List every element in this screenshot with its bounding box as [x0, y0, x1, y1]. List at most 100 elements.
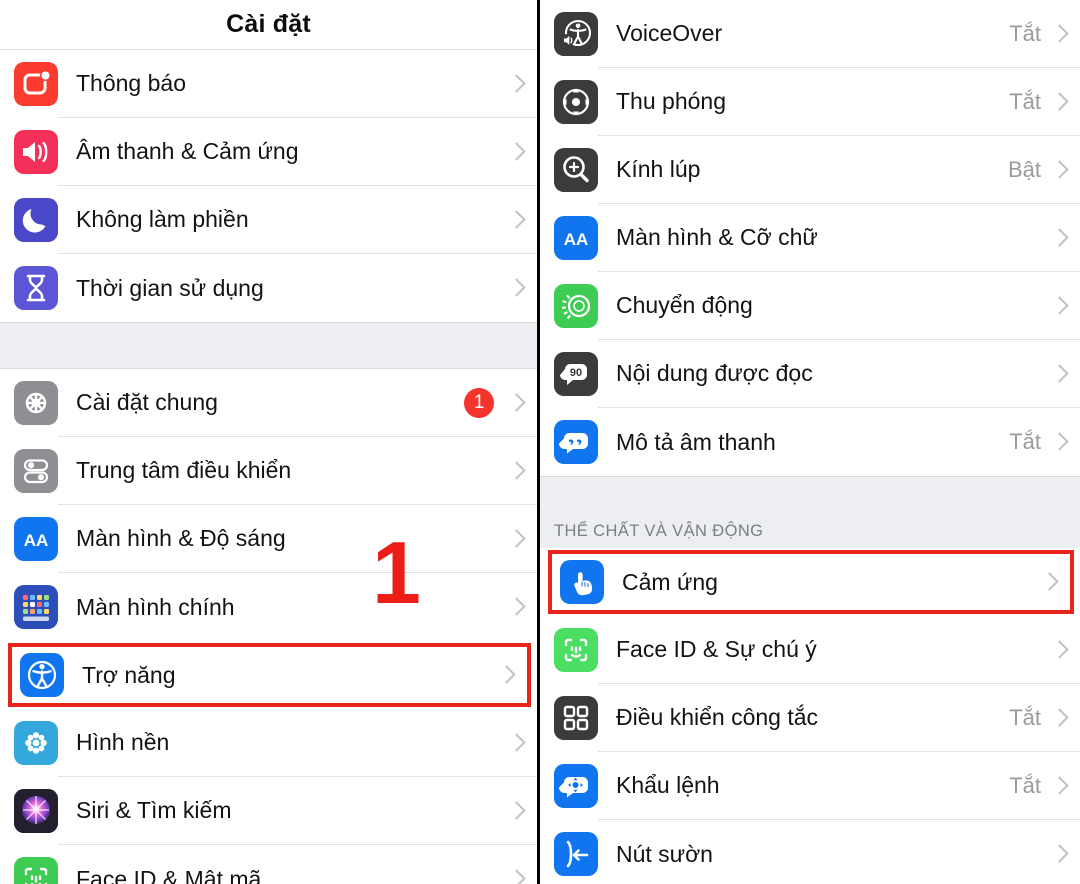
chevron-right-icon	[510, 528, 523, 550]
settings-group-1: Thông báo Âm thanh & Cảm ứng Không làm p…	[0, 50, 537, 322]
chevron-right-icon	[1053, 159, 1066, 181]
section-header-physical-motor: THỂ CHẤT VÀ VẬN ĐỘNG 2	[540, 476, 1080, 548]
list-item[interactable]: Siri & Tìm kiếm	[0, 777, 537, 845]
chevron-right-icon	[510, 141, 523, 163]
list-item-label: Nút sườn	[616, 840, 713, 867]
list-item-label: Hình nền	[76, 729, 170, 755]
chevron-right-icon	[510, 596, 523, 618]
list-item-accessibility[interactable]: Trợ năng	[0, 641, 537, 709]
section-header-label: THỂ CHẤT VÀ VẬN ĐỘNG	[554, 522, 764, 540]
face-id-icon	[554, 628, 598, 672]
list-item[interactable]: AA Màn hình & Cỡ chữ	[540, 204, 1080, 272]
voiceover-icon	[554, 12, 598, 56]
chevron-right-icon	[1053, 843, 1066, 865]
list-item[interactable]: Chuyển động	[540, 272, 1080, 340]
magnifier-icon	[554, 148, 598, 192]
home-screen-icon	[14, 585, 58, 629]
list-item[interactable]: Cài đặt chung 1	[0, 369, 537, 437]
chevron-right-icon	[510, 73, 523, 95]
chevron-right-icon	[500, 664, 513, 686]
list-item-label: Điều khiển công tắc	[616, 704, 819, 730]
spoken-content-icon: 90	[554, 352, 598, 396]
list-item-label: Chuyển động	[616, 292, 753, 318]
accessibility-physical-motor-group: Cảm ứng Face ID & Sự chú ý Điều khiển cô…	[540, 548, 1080, 884]
accessibility-vision-group: VoiceOver Tắt Thu phóng Tắt Kính lúp Bật…	[540, 0, 1080, 476]
list-item-label: Màn hình chính	[76, 593, 235, 620]
list-item[interactable]: Khẩu lệnh Tắt	[540, 752, 1080, 820]
list-item[interactable]: Mô tả âm thanh Tắt	[540, 408, 1080, 476]
list-item-value: Tắt	[1009, 772, 1041, 798]
list-item-value: Tắt	[1009, 20, 1041, 46]
notifications-icon	[14, 62, 58, 106]
chevron-right-icon	[1053, 295, 1066, 317]
chevron-right-icon	[1053, 707, 1066, 729]
list-item-label: Thu phóng	[616, 88, 726, 114]
list-item-value: Tắt	[1009, 704, 1041, 730]
control-center-icon	[14, 449, 58, 493]
accessibility-icon	[20, 653, 64, 697]
list-item[interactable]: Thời gian sử dụng	[0, 254, 537, 322]
general-gear-icon	[14, 381, 58, 425]
list-item-label: Thông báo	[76, 70, 186, 96]
touch-icon	[560, 560, 604, 604]
screenshot-root: Cài đặt Thông báo Âm thanh & Cảm ứng Khô…	[0, 0, 1080, 884]
chevron-right-icon	[510, 460, 523, 482]
list-item-label: Màn hình & Cỡ chữ	[616, 224, 818, 250]
list-item[interactable]: Face ID & Sự chú ý	[540, 616, 1080, 684]
chevron-right-icon	[510, 732, 523, 754]
list-item[interactable]: VoiceOver Tắt	[540, 0, 1080, 68]
chevron-right-icon	[1053, 775, 1066, 797]
list-item-label: Mô tả âm thanh	[616, 428, 776, 455]
page-title: Cài đặt	[226, 10, 311, 38]
chevron-right-icon	[1043, 571, 1056, 593]
chevron-right-icon	[1053, 227, 1066, 249]
list-item-label: Màn hình & Độ sáng	[76, 525, 286, 551]
list-item[interactable]: Thông báo	[0, 50, 537, 118]
svg-text:AA: AA	[564, 230, 589, 249]
list-item[interactable]: Điều khiển công tắc Tắt	[540, 684, 1080, 752]
list-item-label: Cảm ứng	[622, 568, 718, 595]
list-item-value: Bật	[1007, 156, 1041, 182]
svg-text:90: 90	[570, 367, 582, 379]
list-item-label: Âm thanh & Cảm ứng	[76, 138, 299, 164]
side-button-icon	[554, 832, 598, 876]
list-item[interactable]: Trung tâm điều khiển	[0, 437, 537, 505]
chevron-right-icon	[510, 277, 523, 299]
list-item[interactable]: Nút sườn	[540, 820, 1080, 884]
screen-time-icon	[14, 266, 58, 310]
motion-icon	[554, 284, 598, 328]
face-id-icon	[14, 857, 58, 884]
list-item[interactable]: Màn hình chính	[0, 573, 537, 641]
list-item-label: VoiceOver	[616, 20, 723, 46]
zoom-icon	[554, 80, 598, 124]
list-item-value: Tắt	[1009, 429, 1041, 454]
list-item-label: Khẩu lệnh	[616, 772, 720, 798]
display-text-size-icon: AA	[554, 216, 598, 260]
chevron-right-icon	[1053, 431, 1066, 453]
list-item-label: Cài đặt chung	[76, 389, 218, 415]
list-item[interactable]: Âm thanh & Cảm ứng	[0, 118, 537, 186]
right-phone-panel: VoiceOver Tắt Thu phóng Tắt Kính lúp Bật…	[540, 0, 1080, 884]
chevron-right-icon	[1053, 91, 1066, 113]
list-item[interactable]: Kính lúp Bật	[540, 136, 1080, 204]
chevron-right-icon	[510, 209, 523, 231]
list-item-label: Thời gian sử dụng	[76, 274, 264, 301]
list-item[interactable]: 90 Nội dung được đọc	[540, 340, 1080, 408]
list-item[interactable]: AA Màn hình & Độ sáng	[0, 505, 537, 573]
list-item[interactable]: Thu phóng Tắt	[540, 68, 1080, 136]
voice-control-icon	[554, 764, 598, 808]
left-phone-panel: Cài đặt Thông báo Âm thanh & Cảm ứng Khô…	[0, 0, 540, 884]
audio-descriptions-icon	[554, 420, 598, 464]
list-item[interactable]: Hình nền	[0, 709, 537, 777]
chevron-right-icon	[1053, 23, 1066, 45]
chevron-right-icon	[510, 392, 523, 414]
list-item[interactable]: Face ID & Mật mã	[0, 845, 537, 884]
list-item-label: Nội dung được đọc	[616, 360, 813, 386]
list-item-touch[interactable]: Cảm ứng	[540, 548, 1080, 616]
list-item[interactable]: Không làm phiền	[0, 186, 537, 254]
switch-control-icon	[554, 696, 598, 740]
list-item-label: Face ID & Sự chú ý	[616, 636, 817, 662]
do-not-disturb-icon	[14, 198, 58, 242]
svg-text:AA: AA	[24, 531, 49, 550]
list-item-label: Face ID & Mật mã	[76, 865, 262, 884]
